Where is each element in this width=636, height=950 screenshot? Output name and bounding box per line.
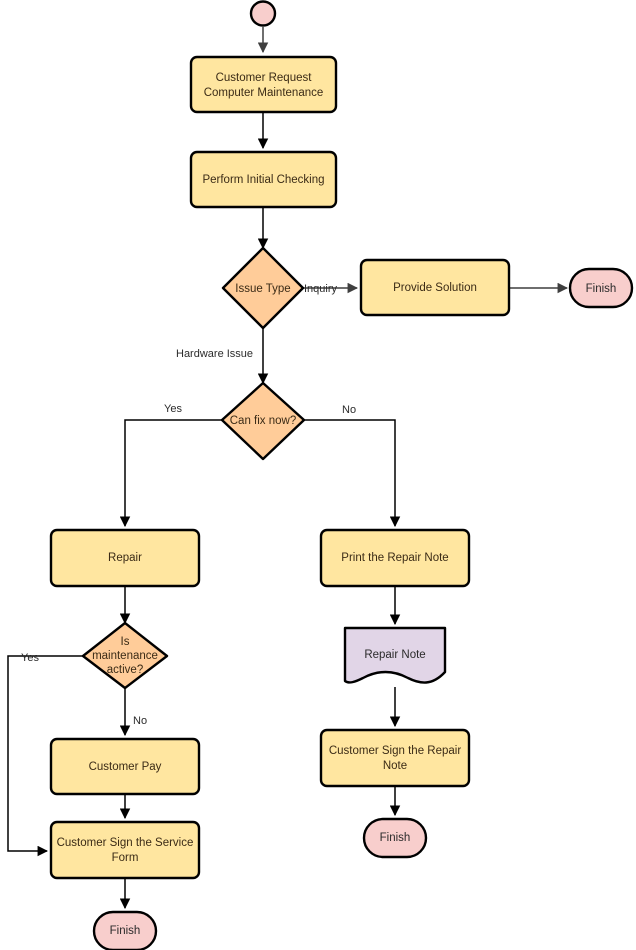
node-customer-sign-repair[interactable]: Customer Sign the Repair Note bbox=[319, 728, 471, 788]
customer-sign-repair-label-line1: Customer Sign the Repair bbox=[329, 745, 461, 757]
maintenance-active-label-line1: Is bbox=[121, 636, 130, 648]
edge-label-hardware-issue: Hardware Issue bbox=[176, 348, 253, 360]
customer-sign-service-label-line1: Customer Sign the Service bbox=[57, 837, 194, 849]
finish-repair-label: Finish bbox=[380, 832, 411, 844]
initial-checking-label: Perform Initial Checking bbox=[202, 174, 324, 186]
node-finish-inquiry[interactable]: Finish bbox=[568, 267, 634, 309]
customer-request-label-line2: Computer Maintenance bbox=[204, 87, 324, 99]
flowchart-svg: Customer Request Computer Maintenance Pe… bbox=[7, 0, 634, 950]
start-circle[interactable] bbox=[249, 0, 277, 27]
edge-canfix-no-to-printnote bbox=[304, 419, 401, 528]
edge-canfix-yes-to-repair bbox=[119, 419, 222, 528]
node-issue-type[interactable]: Issue Type bbox=[221, 246, 305, 330]
node-start[interactable] bbox=[249, 0, 277, 27]
finish-inquiry-label: Finish bbox=[586, 283, 617, 295]
customer-request-box[interactable] bbox=[189, 55, 338, 114]
edge-label-maintenance-yes: Yes bbox=[21, 652, 39, 664]
maintenance-active-label-line3: active? bbox=[107, 664, 143, 676]
issue-type-label: Issue Type bbox=[235, 283, 290, 295]
node-maintenance-active[interactable]: Is maintenance active? bbox=[81, 621, 169, 690]
print-repair-note-label: Print the Repair Note bbox=[341, 552, 448, 564]
customer-sign-repair-box[interactable] bbox=[319, 728, 471, 788]
repair-label: Repair bbox=[108, 552, 142, 564]
customer-sign-repair-label-line2: Note bbox=[383, 760, 407, 772]
maintenance-active-label-line2: maintenance bbox=[92, 650, 158, 662]
customer-sign-service-label-line2: Form bbox=[112, 852, 139, 864]
node-can-fix-now[interactable]: Can fix now? bbox=[220, 381, 306, 461]
node-initial-checking[interactable]: Perform Initial Checking bbox=[189, 150, 338, 209]
node-repair[interactable]: Repair bbox=[49, 528, 201, 588]
edge-label-maintenance-no: No bbox=[133, 715, 147, 727]
node-finish-repair[interactable]: Finish bbox=[362, 817, 428, 859]
node-customer-pay[interactable]: Customer Pay bbox=[49, 737, 201, 796]
node-print-repair-note[interactable]: Print the Repair Note bbox=[319, 528, 471, 588]
can-fix-now-label: Can fix now? bbox=[230, 415, 296, 427]
node-customer-request[interactable]: Customer Request Computer Maintenance bbox=[189, 55, 338, 114]
customer-sign-service-box[interactable] bbox=[49, 820, 201, 880]
node-provide-solution[interactable]: Provide Solution bbox=[359, 258, 511, 317]
edge-label-inquiry: Inquiry bbox=[304, 283, 338, 295]
node-finish-service[interactable]: Finish bbox=[92, 910, 158, 950]
repair-note-label: Repair Note bbox=[364, 649, 425, 661]
customer-pay-label: Customer Pay bbox=[89, 761, 162, 773]
node-repair-note[interactable]: Repair Note bbox=[343, 626, 447, 684]
finish-service-label: Finish bbox=[110, 925, 141, 937]
flowchart-canvas: Customer Request Computer Maintenance Pe… bbox=[0, 0, 636, 950]
node-customer-sign-service[interactable]: Customer Sign the Service Form bbox=[49, 820, 201, 880]
customer-request-label-line1: Customer Request bbox=[216, 72, 313, 84]
provide-solution-label: Provide Solution bbox=[393, 282, 477, 294]
edge-labels: Inquiry Hardware Issue Yes No Yes No bbox=[21, 283, 356, 727]
edge-label-can-fix-yes: Yes bbox=[164, 403, 182, 415]
edge-label-can-fix-no: No bbox=[342, 404, 356, 416]
